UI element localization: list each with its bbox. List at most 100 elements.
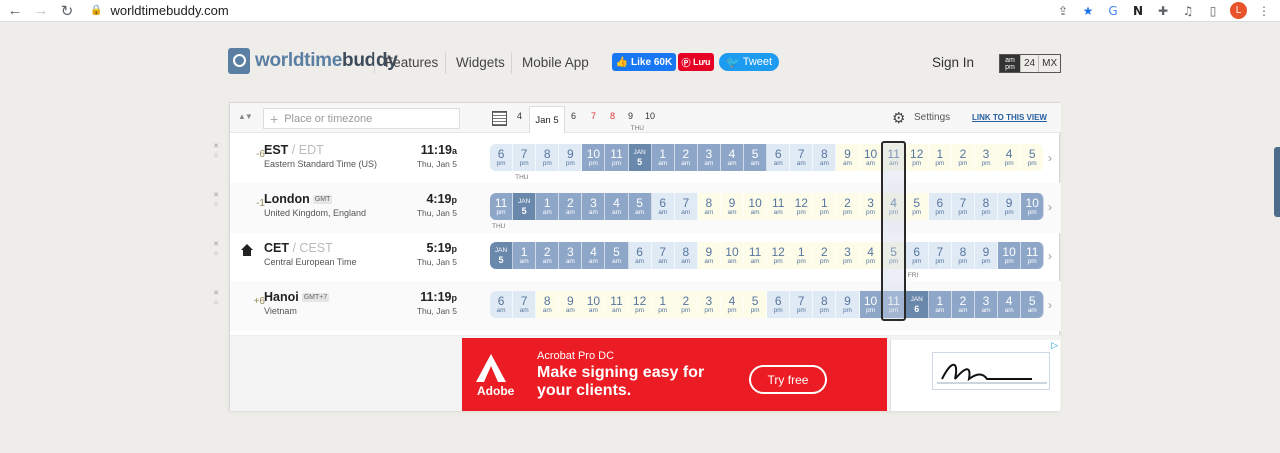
hour-cell[interactable]: 12 pm (905, 144, 929, 171)
hour-cell[interactable]: 10 pm (998, 242, 1022, 269)
hour-cell[interactable]: 3 am (697, 144, 721, 171)
hour-cell[interactable]: 9 am (720, 193, 745, 220)
hour-cell[interactable]: JAN 6 (905, 291, 929, 318)
format-24h[interactable]: 24 (1020, 55, 1038, 72)
remove-icon[interactable]: ✕ (213, 192, 219, 199)
sort-arrows-icon[interactable]: ▲▼ (238, 112, 253, 121)
hour-cell[interactable]: 2 pm (813, 242, 837, 269)
row-controls[interactable]: ✕ ⌂ (211, 289, 221, 307)
hour-strip[interactable]: 6 am 7 am 8 am 9 am 10 am 11 am 12 pm 1 pm 2 pm 3 pm 4 pm 5 pm 6… (490, 291, 1045, 318)
hour-cell[interactable]: 5 am (744, 144, 768, 171)
hour-cell[interactable]: 11 am (744, 242, 768, 269)
menu-icon[interactable]: ⋮ (1256, 3, 1272, 19)
hour-cell[interactable]: 4 am (582, 242, 606, 269)
hour-cell[interactable]: 7 pm (928, 242, 952, 269)
hour-cell[interactable]: 8 am (813, 144, 837, 171)
hour-cell[interactable]: 7 am (513, 291, 537, 318)
hour-cell[interactable]: 1 pm (928, 144, 952, 171)
link-to-view[interactable]: LINK TO THIS VIEW (972, 113, 1047, 122)
hour-cell[interactable]: 11 pm (605, 144, 629, 171)
hour-cell[interactable]: 8 am (697, 193, 721, 220)
puzzle-icon[interactable]: ✚ (1155, 3, 1171, 19)
hour-cell[interactable]: 8 am (674, 242, 698, 269)
settings-link[interactable]: Settings (914, 112, 950, 123)
hour-cell[interactable]: 3 pm (836, 242, 860, 269)
day-tab-7[interactable]: 7 (591, 111, 596, 121)
lock-icon[interactable]: 🔒 (90, 5, 102, 16)
hour-cell[interactable]: 1 pm (790, 242, 814, 269)
address-bar[interactable]: worldtimebuddy.com (110, 3, 228, 18)
hour-cell[interactable]: 4 pm (720, 291, 745, 318)
back-icon[interactable]: ← (2, 0, 28, 22)
hour-cell[interactable]: 3 am (559, 242, 583, 269)
day-tab-8[interactable]: 8 (610, 111, 615, 121)
day-tab-10[interactable]: 10 (645, 111, 655, 121)
hour-cell[interactable]: 9 pm (559, 144, 583, 171)
row-controls[interactable]: ✕ ⌂ (211, 191, 221, 209)
day-tab-jan5[interactable]: Jan 5 (529, 106, 565, 133)
calendar-icon[interactable] (492, 111, 507, 126)
gear-icon[interactable]: ⚙ (892, 109, 905, 127)
profile-avatar[interactable]: L (1230, 2, 1247, 19)
hour-cell[interactable]: 9 pm (998, 193, 1022, 220)
format-mx[interactable]: MX (1038, 55, 1060, 72)
adchoices-icon[interactable]: ▷ (1051, 340, 1058, 351)
hour-cell[interactable]: 6 pm (905, 242, 929, 269)
hour-cell[interactable]: 1 pm (651, 291, 675, 318)
nav-features[interactable]: Features (385, 55, 438, 70)
hour-cell[interactable]: 4 pm (882, 193, 906, 220)
remove-icon[interactable]: ✕ (213, 143, 219, 150)
day-tab-4[interactable]: 4 (517, 111, 522, 121)
zone-name[interactable]: EST / EDT (264, 143, 324, 157)
hour-cell[interactable]: 2 am (559, 193, 583, 220)
notion-icon[interactable]: N (1130, 3, 1146, 19)
hour-strip[interactable]: 6 pm 7 pm 8 pm 9 pm 10 pm 11 pm JAN 5 1 am 2 am 3 am 4 am 5 am 6… (490, 144, 1045, 171)
hour-cell[interactable]: 11 pm (882, 291, 906, 318)
hour-cell[interactable]: 7 pm (513, 144, 537, 171)
hour-cell[interactable]: 11 am (767, 193, 791, 220)
hour-cell[interactable]: 11 pm (490, 193, 514, 220)
hour-cell[interactable]: 4 pm (859, 242, 883, 269)
hour-cell[interactable]: 4 am (605, 193, 629, 220)
zone-name[interactable]: CET / CEST (264, 241, 333, 255)
hour-cell[interactable]: 3 pm (697, 291, 721, 318)
hour-cell[interactable]: 8 am (536, 291, 560, 318)
sidepanel-icon[interactable]: ▯ (1205, 3, 1221, 19)
sign-in-link[interactable]: Sign In (932, 55, 974, 70)
hour-cell[interactable]: 2 am (674, 144, 698, 171)
hour-cell[interactable]: 2 am (951, 291, 975, 318)
hour-cell[interactable]: 5 am (605, 242, 629, 269)
hour-cell[interactable]: 8 pm (951, 242, 975, 269)
hour-cell[interactable]: 4 am (720, 144, 745, 171)
remove-icon[interactable]: ✕ (213, 290, 219, 297)
day-tab-9[interactable]: 9 (628, 111, 633, 121)
hour-cell[interactable]: 5 am (628, 193, 652, 220)
hour-cell[interactable]: 10 pm (1021, 193, 1045, 220)
hour-cell[interactable]: 9 pm (974, 242, 999, 269)
ad-try-free-button[interactable]: Try free (749, 365, 827, 394)
hour-cell[interactable]: 1 am (928, 291, 952, 318)
hour-cell[interactable]: 9 pm (836, 291, 860, 318)
translate-icon[interactable]: G (1105, 3, 1121, 19)
nav-widgets[interactable]: Widgets (456, 55, 505, 70)
place-input[interactable]: + Place or timezone (263, 108, 460, 129)
facebook-like-button[interactable]: 👍 Like 60K (612, 53, 676, 71)
media-icon[interactable]: ♫ (1180, 3, 1196, 19)
hour-cell[interactable]: JAN 5 (490, 242, 514, 269)
hour-cell[interactable]: 7 pm (790, 291, 814, 318)
hour-cell[interactable]: 5 pm (1021, 144, 1045, 171)
hour-cell[interactable]: 9 am (559, 291, 583, 318)
hour-cell[interactable]: 6 pm (490, 144, 514, 171)
remove-icon[interactable]: ✕ (213, 241, 219, 248)
hour-cell[interactable]: 10 am (720, 242, 745, 269)
hour-cell[interactable]: 4 am (998, 291, 1022, 318)
chevron-right-icon[interactable]: › (1048, 200, 1052, 214)
hour-cell[interactable]: JAN 5 (513, 193, 537, 220)
hour-cell[interactable]: 3 am (582, 193, 606, 220)
hour-cell[interactable]: 3 pm (974, 144, 999, 171)
hour-cell[interactable]: 10 pm (582, 144, 606, 171)
hour-cell[interactable]: 6 am (651, 193, 675, 220)
hour-cell[interactable]: 8 pm (536, 144, 560, 171)
chevron-right-icon[interactable]: › (1048, 298, 1052, 312)
hour-cell[interactable]: 7 am (651, 242, 675, 269)
